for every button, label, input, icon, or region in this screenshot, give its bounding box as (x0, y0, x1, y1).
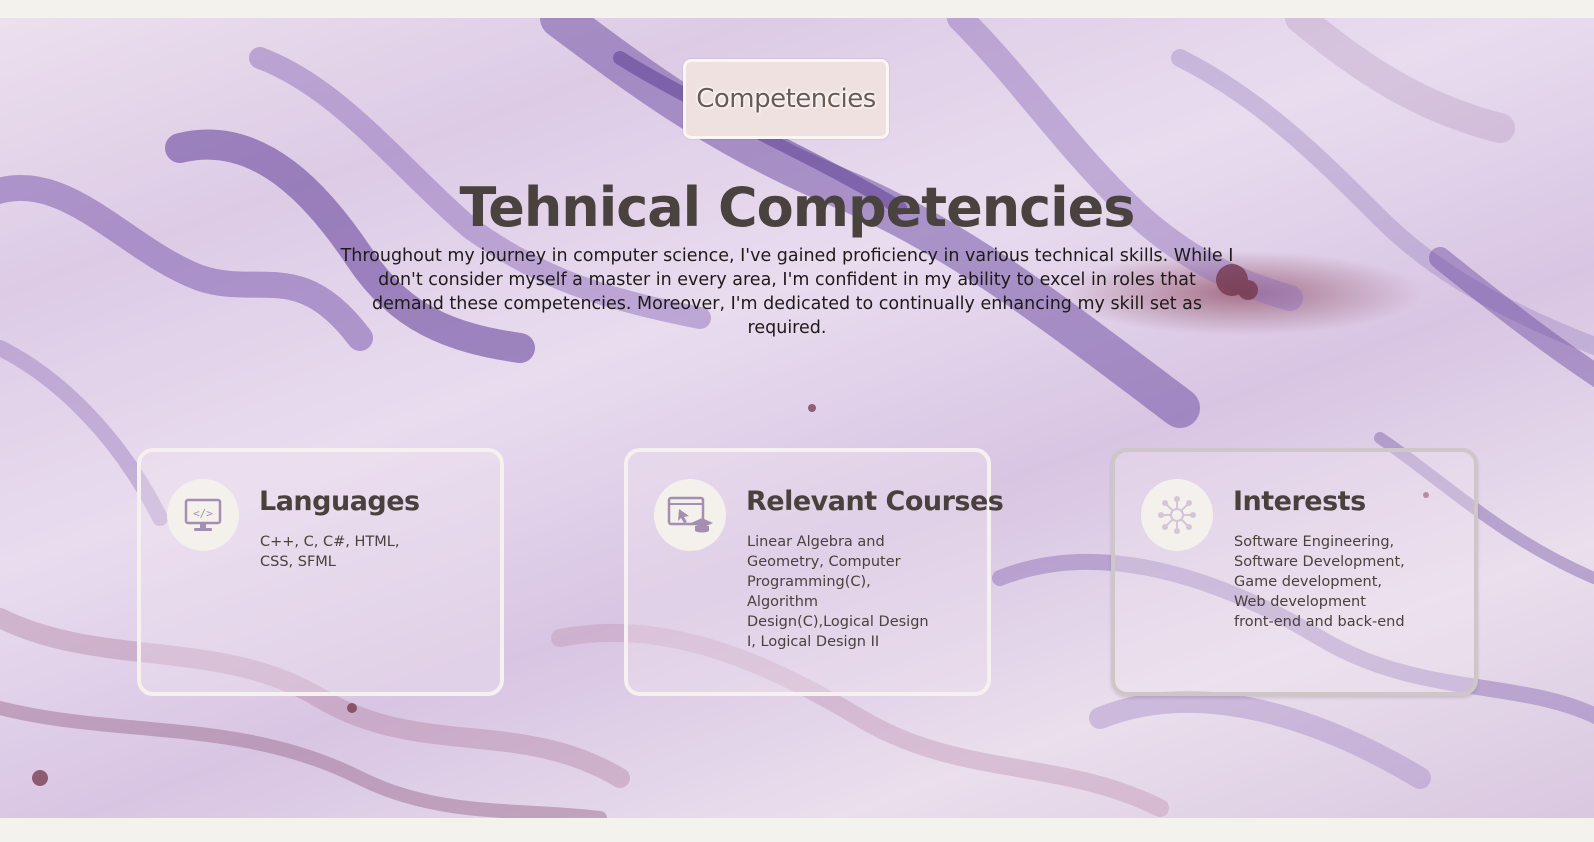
page-title: Tehnical Competencies (459, 176, 1136, 239)
svg-text:</>: </> (193, 507, 213, 520)
card-languages: </> Languages C++, C, C#, HTML, CSS, SFM… (137, 448, 504, 696)
card-text: Linear Algebra and Geometry, Computer Pr… (747, 534, 929, 650)
card-interests: Interests Software Engineering, Software… (1111, 448, 1478, 696)
card-title: Languages (259, 486, 420, 517)
card-title: Interests (1233, 486, 1366, 517)
network-hub-icon (1141, 479, 1213, 551)
card-title: Relevant Courses (746, 486, 1004, 517)
intro-paragraph: Throughout my journey in computer scienc… (340, 246, 1234, 338)
card-text: C++, C, C#, HTML, CSS, SFML (260, 534, 400, 570)
code-monitor-icon: </> (167, 479, 239, 551)
competencies-section: Competencies Tehnical Competencies Throu… (0, 18, 1594, 818)
online-course-icon (654, 479, 726, 551)
card-text: Software Engineering, Software Developme… (1234, 534, 1405, 630)
competencies-badge-label: Competencies (696, 84, 876, 114)
competencies-badge: Competencies (683, 59, 889, 139)
card-relevant-courses: Relevant Courses Linear Algebra and Geom… (624, 448, 1004, 696)
